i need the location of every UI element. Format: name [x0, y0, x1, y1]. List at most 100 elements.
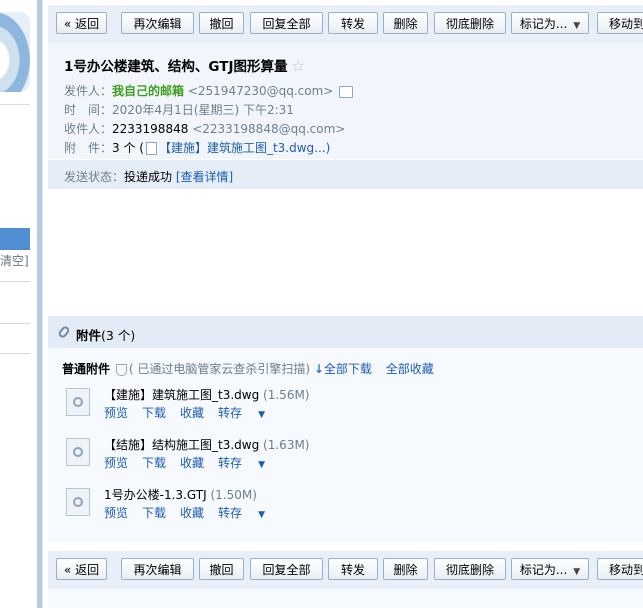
reedit-button[interactable]: 再次编辑 [121, 558, 194, 580]
sender-row: 发件人：我自己的邮箱 <251947230@qq.com> [64, 82, 354, 99]
attachment-count: 3 个 ( [112, 141, 144, 155]
back-button[interactable]: « 返回 [56, 12, 107, 34]
scan-notice: ( 已通过电脑管家云查杀引擎扫描) [114, 362, 310, 376]
recall-button[interactable]: 撤回 [199, 12, 244, 34]
reply-all-button[interactable]: 回复全部 [250, 558, 323, 580]
sender-name[interactable]: 我自己的邮箱 [112, 84, 184, 98]
save-to-link[interactable]: 转存 ▼ [218, 406, 279, 420]
download-link[interactable]: 下载 [142, 456, 166, 470]
collect-all-link[interactable]: 全部收藏 [386, 362, 434, 376]
chevron-down-icon: ▼ [258, 510, 265, 520]
normal-attachments-label: 普通附件 [62, 362, 111, 376]
shield-icon [115, 363, 127, 376]
back-button[interactable]: « 返回 [56, 558, 107, 580]
mail-subject: 1号办公楼建筑、结构、GTJ图形算量 ☆ [64, 55, 305, 75]
attachment-item: 1号办公楼-1.3.GTJ (1.50M) 预览 下载 收藏 转存 ▼ [62, 486, 632, 526]
attachment-size: (1.50M) [210, 488, 257, 502]
mark-as-label: 标记为... [519, 17, 568, 31]
preview-link[interactable]: 预览 [104, 406, 128, 420]
chevron-down-icon: ▼ [573, 21, 581, 31]
recall-button[interactable]: 撤回 [199, 558, 244, 580]
recipient-row: 收件人：2233198848 <2233198848@qq.com> [64, 120, 345, 137]
attachments-header: 附件(3 个) [48, 316, 643, 348]
sidebar-clear-link[interactable]: 清空] [0, 252, 29, 269]
sidebar-divider [0, 353, 30, 354]
time-label: 时 间： [64, 103, 113, 117]
attachment-size: (1.56M) [263, 388, 310, 402]
collect-link[interactable]: 收藏 [180, 506, 204, 520]
top-toolbar: « 返回 再次编辑 撤回 回复全部 转发 删除 彻底删除 标记为... ▼ 移动到 [48, 5, 643, 43]
download-link[interactable]: 下载 [142, 506, 166, 520]
file-icon[interactable] [66, 488, 90, 516]
move-to-dropdown[interactable]: 移动到 [597, 12, 643, 34]
file-icon[interactable] [66, 438, 90, 466]
status-label: 发送状态： [64, 170, 125, 184]
time-value: 2020年4月1日(星期三) 下午2:31 [112, 103, 294, 117]
paperclip-icon [57, 324, 71, 340]
download-all-link[interactable]: 全部下载 [324, 362, 372, 376]
chevron-down-icon: ▼ [573, 567, 581, 577]
attachment-actions: 预览 下载 收藏 转存 ▼ [104, 454, 293, 471]
recipient-name[interactable]: 2233198848 [112, 122, 188, 136]
mail-body [48, 189, 643, 316]
send-status: 发送状态：投递成功 [查看详情] [64, 168, 233, 185]
subject-text: 1号办公楼建筑、结构、GTJ图形算量 [64, 59, 288, 75]
recipient-email: <2233198848@qq.com> [192, 122, 346, 136]
scan-text: ( 已通过电脑管家云查杀引擎扫描) [128, 362, 311, 376]
download-icon: ↓ [313, 362, 324, 376]
file-icon[interactable] [66, 388, 90, 416]
delete-forever-button[interactable]: 彻底删除 [434, 558, 506, 580]
attachment-name: 【结施】结构施工图_t3.dwg (1.63M) [104, 436, 309, 453]
mail-header: 1号办公楼建筑、结构、GTJ图形算量 ☆ 发件人：我自己的邮箱 <25194723… [48, 43, 643, 159]
status-detail-link[interactable]: [查看详情] [176, 170, 233, 184]
reply-all-button[interactable]: 回复全部 [250, 12, 323, 34]
pane-splitter-edge [42, 0, 43, 608]
forward-button[interactable]: 转发 [328, 12, 378, 34]
attachments-subheader: 普通附件 ( 已通过电脑管家云查杀引擎扫描) ↓全部下载 全部收藏 [62, 360, 434, 377]
contact-card-icon[interactable] [339, 85, 354, 98]
save-to-link[interactable]: 转存 ▼ [218, 506, 279, 520]
star-icon[interactable]: ☆ [291, 57, 304, 75]
chevron-down-icon: ▼ [258, 410, 265, 420]
attachment-preview-link[interactable]: 【建施】建筑施工图_t3.dwg...) [159, 141, 330, 155]
attachment-filename[interactable]: 1号办公楼-1.3.GTJ [104, 488, 207, 502]
attachments-title: 附件(3 个) [76, 325, 135, 344]
document-icon [145, 142, 157, 155]
attachment-actions: 预览 下载 收藏 转存 ▼ [104, 404, 293, 421]
sidebar-active-item[interactable] [0, 228, 30, 250]
attachment-item: 【建施】建筑施工图_t3.dwg (1.56M) 预览 下载 收藏 转存 ▼ [62, 386, 632, 426]
preview-link[interactable]: 预览 [104, 456, 128, 470]
attachments-count: (3 个) [101, 328, 136, 343]
preview-link[interactable]: 预览 [104, 506, 128, 520]
attachments-section: 附件(3 个) 普通附件 ( 已通过电脑管家云查杀引擎扫描) ↓全部下载 全部收… [48, 316, 643, 542]
reedit-button[interactable]: 再次编辑 [121, 12, 194, 34]
attachment-item: 【结施】结构施工图_t3.dwg (1.63M) 预览 下载 收藏 转存 ▼ [62, 436, 632, 476]
mail-logo [0, 12, 30, 92]
delete-forever-button[interactable]: 彻底删除 [434, 12, 506, 34]
sidebar-divider [0, 323, 30, 324]
mark-as-dropdown[interactable]: 标记为... ▼ [511, 12, 589, 34]
status-value: 投递成功 [124, 170, 173, 184]
download-link[interactable]: 下载 [142, 406, 166, 420]
send-status-bar: 发送状态：投递成功 [查看详情] [48, 160, 643, 189]
delete-button[interactable]: 删除 [383, 12, 428, 34]
move-to-dropdown[interactable]: 移动到 [597, 558, 643, 580]
mark-as-dropdown[interactable]: 标记为... ▼ [511, 558, 589, 580]
chevron-down-icon: ▼ [258, 460, 265, 470]
sidebar-divider [0, 281, 30, 282]
sender-email: <251947230@qq.com> [187, 84, 334, 98]
save-to-label: 转存 [218, 406, 243, 420]
left-sidebar: 清空] [0, 0, 30, 608]
collect-link[interactable]: 收藏 [180, 406, 204, 420]
attachment-row: 附 件：3 个 ( 【建施】建筑施工图_t3.dwg...) [64, 139, 330, 156]
attachment-filename[interactable]: 【建施】建筑施工图_t3.dwg [104, 388, 259, 402]
forward-button[interactable]: 转发 [328, 558, 378, 580]
attachment-name: 【建施】建筑施工图_t3.dwg (1.56M) [104, 386, 309, 403]
attachment-filename[interactable]: 【结施】结构施工图_t3.dwg [104, 438, 259, 452]
delete-button[interactable]: 删除 [383, 558, 428, 580]
save-to-link[interactable]: 转存 ▼ [218, 456, 279, 470]
page-footer-fill [48, 589, 643, 608]
collect-link[interactable]: 收藏 [180, 456, 204, 470]
attachment-name: 1号办公楼-1.3.GTJ (1.50M) [104, 486, 257, 503]
attachment-label: 附 件： [64, 141, 113, 155]
